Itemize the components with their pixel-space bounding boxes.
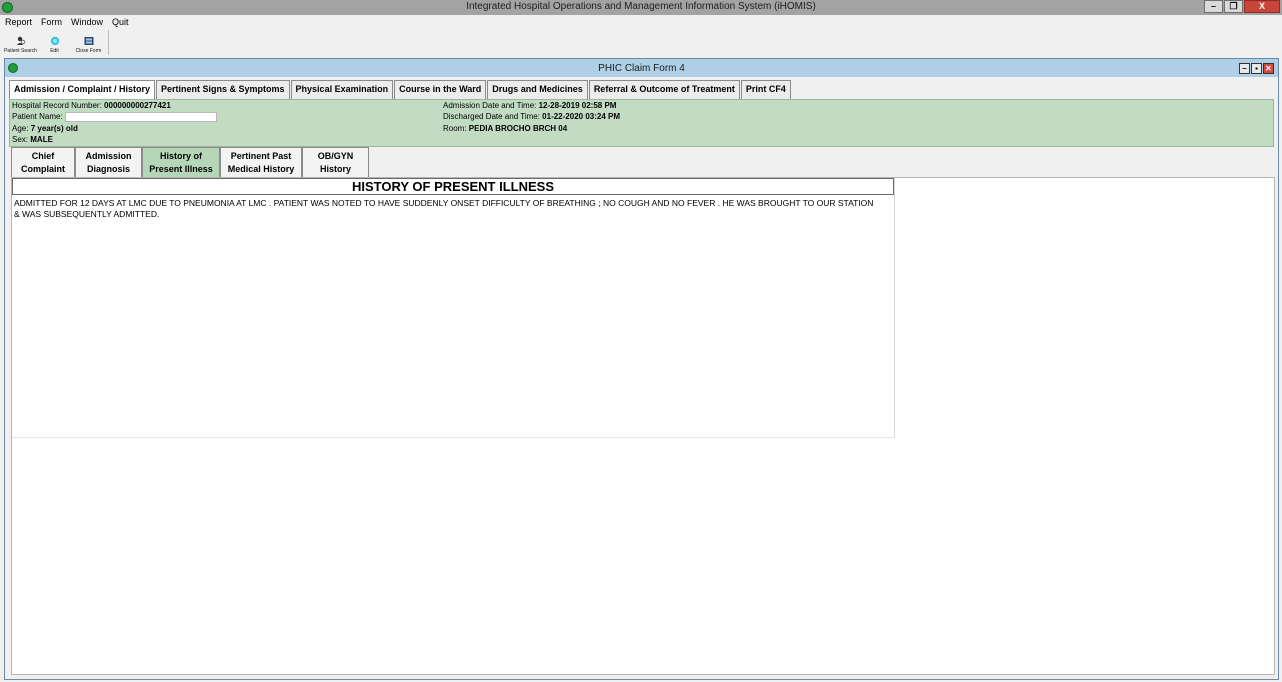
menu-window[interactable]: Window — [66, 15, 107, 29]
subtab-pertinent-past-line2: Medical History — [227, 164, 295, 174]
patient-name-row: Patient Name: — [12, 112, 217, 122]
child-maximize-button[interactable]: ▪ — [1251, 63, 1262, 74]
age-label: Age: — [12, 124, 29, 133]
subtab-chief-complaint-line2: Complaint — [21, 164, 65, 174]
child-titlebar: PHIC Claim Form 4 – ▪ ✕ — [5, 59, 1278, 77]
patient-search-button[interactable]: Patient Search — [4, 30, 37, 54]
menu-form[interactable]: Form — [36, 15, 66, 29]
child-close-button[interactable]: ✕ — [1263, 63, 1274, 74]
child-minimize-button[interactable]: – — [1239, 63, 1250, 74]
edit-button[interactable]: Edit — [38, 30, 71, 54]
subtab-ob-gyn-line2: History — [319, 164, 351, 174]
close-form-button[interactable]: Close Form — [72, 30, 105, 54]
discharged-row: Discharged Date and Time: 01-22-2020 03:… — [443, 112, 620, 121]
subtab-pertinent-past-line1: Pertinent Past — [230, 151, 292, 161]
history-subtabs: Chief Complaint Admission Diagnosis Hist… — [11, 147, 369, 177]
tab-physical-examination[interactable]: Physical Examination — [290, 80, 394, 99]
room-value: PEDIA BROCHO BRCH 04 — [468, 124, 568, 133]
admission-label: Admission Date and Time: — [443, 101, 537, 110]
app-title: Integrated Hospital Operations and Manag… — [466, 1, 816, 12]
hrn-value: 000000000277421 — [104, 101, 171, 110]
patient-search-label: Patient Search — [4, 48, 37, 54]
patient-name-label: Patient Name: — [12, 112, 63, 122]
discharged-label: Discharged Date and Time: — [443, 112, 540, 121]
subtab-pertinent-past-medical-history[interactable]: Pertinent Past Medical History — [220, 147, 302, 177]
admission-row: Admission Date and Time: 12-28-2019 02:5… — [443, 101, 616, 110]
subtab-admission-diagnosis-line1: Admission — [85, 151, 132, 161]
tab-admission-complaint-history[interactable]: Admission / Complaint / History — [9, 80, 156, 100]
edit-label: Edit — [50, 48, 59, 54]
form-tabs: Admission / Complaint / History Pertinen… — [9, 80, 792, 100]
close-form-icon — [84, 37, 93, 45]
restore-button[interactable]: ❐ — [1224, 0, 1243, 13]
hpi-box: HISTORY OF PRESENT ILLNESS ADMITTED FOR … — [12, 178, 895, 438]
app-titlebar: Integrated Hospital Operations and Manag… — [0, 0, 1282, 15]
subtab-chief-complaint[interactable]: Chief Complaint — [11, 147, 75, 177]
hrn-label: Hospital Record Number: — [12, 101, 102, 110]
hpi-content-area: HISTORY OF PRESENT ILLNESS ADMITTED FOR … — [11, 177, 1275, 675]
age-value: 7 year(s) old — [30, 124, 78, 133]
subtab-history-present-illness-line1: History of — [159, 151, 202, 161]
sex-row: Sex: MALE — [12, 135, 53, 144]
minimize-button[interactable]: – — [1204, 0, 1223, 13]
hrn-row: Hospital Record Number: 000000000277421 — [12, 101, 171, 110]
patient-search-icon — [16, 36, 25, 45]
hpi-header: HISTORY OF PRESENT ILLNESS — [12, 178, 894, 195]
tab-referral-outcome[interactable]: Referral & Outcome of Treatment — [588, 80, 740, 99]
tab-course-in-ward[interactable]: Course in the Ward — [394, 80, 487, 99]
tab-print-cf4[interactable]: Print CF4 — [740, 80, 791, 99]
menu-quit[interactable]: Quit — [107, 15, 133, 29]
child-title: PHIC Claim Form 4 — [598, 63, 685, 74]
room-label: Room: — [443, 124, 467, 133]
window-controls: – ❐ X — [1203, 0, 1280, 14]
menu-bar: Report Form Window Quit — [0, 15, 1282, 29]
patient-info-panel: Hospital Record Number: 000000000277421 … — [9, 99, 1274, 147]
phic-claim-form-window: PHIC Claim Form 4 – ▪ ✕ Admission / Comp… — [4, 58, 1279, 680]
subtab-ob-gyn-line1: OB/GYN — [317, 151, 354, 161]
sex-value: MALE — [30, 135, 53, 144]
subtab-admission-diagnosis-line2: Diagnosis — [86, 164, 130, 174]
subtab-chief-complaint-line1: Chief — [31, 151, 55, 161]
admission-value: 12-28-2019 02:58 PM — [538, 101, 617, 110]
menu-report[interactable]: Report — [0, 15, 36, 29]
discharged-value: 01-22-2020 03:24 PM — [542, 112, 620, 121]
toolbar: Patient Search Edit Close Form — [4, 30, 109, 55]
close-button[interactable]: X — [1244, 0, 1280, 13]
edit-icon — [50, 36, 59, 46]
tab-pertinent-signs[interactable]: Pertinent Signs & Symptoms — [156, 80, 290, 99]
patient-name-field[interactable] — [64, 112, 217, 122]
room-row: Room: PEDIA BROCHO BRCH 04 — [443, 124, 567, 133]
hpi-textarea[interactable]: ADMITTED FOR 12 DAYS AT LMC DUE TO PNEUM… — [12, 195, 882, 223]
close-form-label: Close Form — [75, 48, 102, 54]
subtab-history-present-illness[interactable]: History of Present Illness — [142, 147, 220, 177]
age-row: Age: 7 year(s) old — [12, 124, 78, 133]
subtab-ob-gyn-history[interactable]: OB/GYN History — [302, 147, 369, 177]
subtab-history-present-illness-line2: Present Illness — [149, 164, 213, 174]
child-window-controls: – ▪ ✕ — [1238, 63, 1274, 74]
sex-label: Sex: — [12, 135, 29, 144]
tab-drugs-medicines[interactable]: Drugs and Medicines — [487, 80, 588, 99]
subtab-admission-diagnosis[interactable]: Admission Diagnosis — [75, 147, 142, 177]
